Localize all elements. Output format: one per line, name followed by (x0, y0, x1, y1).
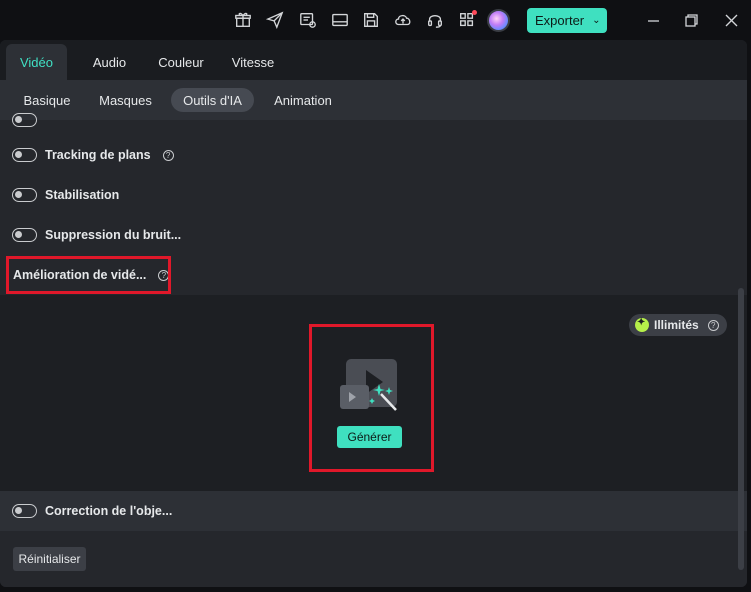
restore-icon[interactable] (681, 10, 701, 30)
cloud-upload-icon[interactable] (393, 10, 413, 30)
tracking-label: Tracking de plans (45, 148, 151, 162)
send-icon[interactable] (265, 10, 285, 30)
noise-toggle[interactable] (12, 228, 37, 242)
tab-video[interactable]: Vidéo (6, 44, 67, 80)
highlight-box (309, 324, 434, 472)
unlimited-label: Illimités (654, 318, 699, 332)
apps-grid-icon[interactable] (457, 10, 477, 30)
lens-correction-section: Correction de l'obje... (0, 491, 747, 531)
subtab-animation[interactable]: Animation (266, 88, 340, 112)
stabilisation-toggle[interactable] (12, 188, 37, 202)
subtab-outils-ia[interactable]: Outils d'IA (171, 88, 254, 112)
tab-audio[interactable]: Audio (82, 44, 137, 80)
minimize-icon[interactable] (643, 10, 663, 30)
subtab-basique[interactable]: Basique (14, 88, 80, 112)
layout-icon[interactable] (330, 10, 350, 30)
lens-label: Correction de l'obje... (45, 504, 173, 518)
highlight-box (6, 256, 171, 294)
subtab-masques[interactable]: Masques (92, 88, 159, 112)
tab-vitesse[interactable]: Vitesse (225, 44, 281, 80)
help-icon[interactable]: ? (162, 149, 174, 161)
lens-toggle[interactable] (12, 504, 37, 518)
tracking-row: Tracking de plans ? (12, 145, 174, 165)
notification-dot (472, 10, 477, 15)
credit-icon (635, 317, 649, 332)
stabilisation-label: Stabilisation (45, 188, 120, 202)
headset-icon[interactable] (425, 10, 445, 30)
sub-tabs: Basique Masques Outils d'IA Animation (0, 80, 747, 120)
export-label: Exporter (535, 13, 585, 28)
lens-row: Correction de l'obje... (12, 501, 172, 521)
media-settings-icon[interactable] (298, 10, 318, 30)
avatar[interactable] (487, 9, 510, 32)
unlimited-badge[interactable]: Illimités ? (629, 314, 727, 336)
save-icon[interactable] (361, 10, 381, 30)
tracking-toggle[interactable] (12, 148, 37, 162)
main-tabs: Vidéo Audio Couleur Vitesse (0, 40, 747, 80)
noise-row: Suppression du bruit... (12, 225, 181, 245)
properties-panel: Vidéo Audio Couleur Vitesse Basique Masq… (0, 40, 747, 587)
export-button[interactable]: Exporter ⌄ (527, 8, 607, 33)
reset-button[interactable]: Réinitialiser (13, 547, 86, 571)
gift-icon[interactable] (233, 10, 253, 30)
close-icon[interactable] (721, 10, 741, 30)
scrollbar[interactable] (738, 288, 744, 570)
partial-toggle[interactable] (12, 113, 37, 127)
chevron-down-icon: ⌄ (592, 15, 601, 26)
tab-couleur[interactable]: Couleur (150, 44, 212, 80)
stabilisation-row: Stabilisation (12, 185, 119, 205)
noise-label: Suppression du bruit... (45, 228, 182, 242)
title-bar: Exporter ⌄ (0, 0, 751, 40)
help-icon[interactable]: ? (707, 319, 719, 331)
